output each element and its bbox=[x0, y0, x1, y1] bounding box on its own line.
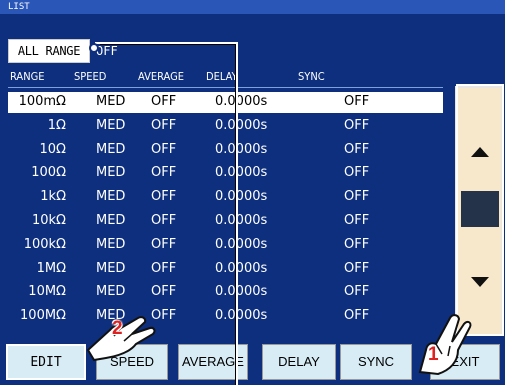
range-cell: 1Ω bbox=[47, 117, 66, 133]
sync-cell: OFF bbox=[344, 308, 370, 324]
speed-cell: MED bbox=[96, 141, 126, 157]
average-cell: OFF bbox=[151, 213, 177, 228]
sync-cell: OFF bbox=[344, 117, 370, 133]
delay-cell: 0.0000s bbox=[215, 213, 268, 228]
average-cell: OFF bbox=[151, 260, 177, 276]
range-cell: 10Ω bbox=[39, 141, 66, 157]
exit-button[interactable]: EXIT bbox=[430, 344, 500, 380]
table-row[interactable]: 1kΩ MED OFF 0.0000s OFF bbox=[8, 187, 443, 208]
delay-cell: 0.0000s bbox=[215, 117, 268, 133]
screen-title: LIST bbox=[0, 0, 505, 14]
range-cell: 1MΩ bbox=[36, 260, 66, 276]
scroll-panel bbox=[455, 86, 503, 336]
edit-button[interactable]: EDIT bbox=[6, 344, 86, 380]
column-header-sync: SYNC bbox=[298, 70, 325, 83]
table-row[interactable]: 10MΩ MED OFF 0.0000s OFF bbox=[8, 282, 443, 303]
sync-cell: OFF bbox=[344, 165, 370, 181]
range-cell: 10kΩ bbox=[31, 213, 66, 228]
sync-button[interactable]: SYNC bbox=[340, 344, 412, 380]
scroll-thumb[interactable] bbox=[461, 191, 499, 227]
column-header-average: AVERAGE bbox=[138, 70, 185, 83]
sync-cell: OFF bbox=[344, 284, 370, 300]
speed-cell: MED bbox=[96, 284, 126, 300]
sync-cell: OFF bbox=[344, 189, 370, 205]
table-row[interactable]: 1Ω MED OFF 0.0000s OFF bbox=[8, 116, 443, 137]
list-screen: LIST ALL RANGE OFF RANGE SPEED AVERAGE D… bbox=[0, 0, 505, 385]
average-cell: OFF bbox=[151, 284, 177, 300]
table-row[interactable]: 100Ω MED OFF 0.0000s OFF bbox=[8, 163, 443, 184]
delay-cell: 0.0000s bbox=[215, 284, 268, 300]
average-cell: OFF bbox=[151, 117, 177, 133]
all-range-button[interactable]: ALL RANGE bbox=[8, 39, 90, 63]
delay-cell: 0.0000s bbox=[215, 308, 268, 324]
range-cell: 10MΩ bbox=[28, 284, 66, 300]
delay-button[interactable]: DELAY bbox=[262, 344, 336, 380]
speed-cell: MED bbox=[96, 213, 126, 228]
table-row[interactable]: 100MΩ MED OFF 0.0000s OFF bbox=[8, 306, 443, 327]
table-row[interactable]: 10Ω MED OFF 0.0000s OFF bbox=[8, 140, 443, 161]
delay-cell: 0.0000s bbox=[215, 189, 268, 205]
scroll-up-button[interactable] bbox=[463, 128, 497, 176]
range-table: 100mΩ MED OFF 0.0000s OFF 1Ω MED OFF 0.0000s OFF 1… bbox=[8, 92, 443, 332]
sync-cell: OFF bbox=[344, 94, 370, 109]
speed-cell: MED bbox=[96, 94, 126, 109]
all-range-state: OFF bbox=[96, 44, 118, 58]
average-cell: OFF bbox=[151, 141, 177, 157]
delay-cell: 0.0000s bbox=[215, 165, 268, 181]
range-cell: 100mΩ bbox=[18, 94, 66, 109]
average-cell: OFF bbox=[151, 189, 177, 205]
sync-cell: OFF bbox=[344, 141, 370, 157]
table-row[interactable]: 1MΩ MED OFF 0.0000s OFF bbox=[8, 259, 443, 280]
callout-dot bbox=[89, 43, 99, 53]
average-cell: OFF bbox=[151, 165, 177, 181]
triangle-down-icon bbox=[471, 277, 489, 287]
triangle-up-icon bbox=[471, 147, 489, 157]
column-header-delay: DELAY bbox=[206, 70, 238, 83]
delay-cell: 0.0000s bbox=[215, 94, 268, 109]
range-cell: 1kΩ bbox=[40, 189, 66, 205]
delay-cell: 0.0000s bbox=[215, 260, 268, 276]
delay-cell: 0.0000s bbox=[215, 236, 268, 252]
scroll-down-button[interactable] bbox=[463, 258, 497, 306]
speed-cell: MED bbox=[96, 236, 126, 252]
sync-cell: OFF bbox=[344, 213, 370, 228]
table-row[interactable]: 10kΩ MED OFF 0.0000s OFF bbox=[8, 211, 443, 232]
average-cell: OFF bbox=[151, 308, 177, 324]
range-cell: 100kΩ bbox=[23, 236, 66, 252]
sync-cell: OFF bbox=[344, 260, 370, 276]
speed-cell: MED bbox=[96, 189, 126, 205]
table-row[interactable]: 100kΩ MED OFF 0.0000s OFF bbox=[8, 235, 443, 256]
speed-cell: MED bbox=[96, 117, 126, 133]
range-cell: 100MΩ bbox=[20, 308, 66, 324]
delay-cell: 0.0000s bbox=[215, 141, 268, 157]
speed-button[interactable]: SPEED bbox=[96, 344, 168, 380]
table-header: RANGE SPEED AVERAGE DELAY SYNC bbox=[8, 68, 443, 88]
range-cell: 100Ω bbox=[31, 165, 66, 181]
average-cell: OFF bbox=[151, 236, 177, 252]
average-button[interactable]: AVERAGE bbox=[178, 344, 248, 380]
table-row[interactable]: 100mΩ MED OFF 0.0000s OFF bbox=[8, 92, 443, 113]
speed-cell: MED bbox=[96, 260, 126, 276]
speed-cell: MED bbox=[96, 165, 126, 181]
sync-cell: OFF bbox=[344, 236, 370, 252]
step-marker-1: 1 bbox=[428, 344, 439, 365]
column-header-range: RANGE bbox=[10, 70, 45, 83]
average-cell: OFF bbox=[151, 94, 177, 109]
column-header-speed: SPEED bbox=[74, 70, 107, 83]
step-marker-2: 2 bbox=[112, 318, 123, 339]
